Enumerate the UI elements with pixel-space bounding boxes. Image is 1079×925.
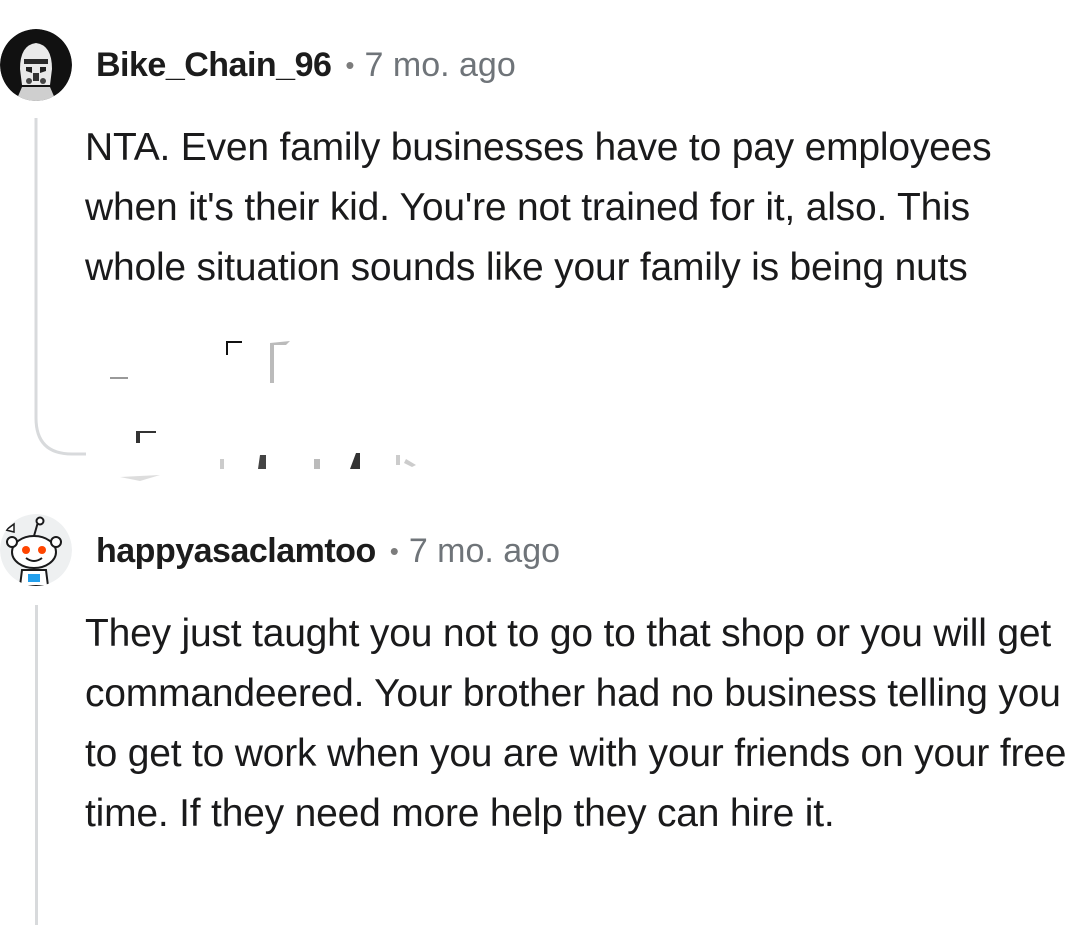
comment-age: 7 mo. ago: [364, 46, 516, 84]
username-link[interactable]: Bike_Chain_96: [96, 45, 332, 85]
meta-separator: •: [389, 536, 399, 566]
stormtrooper-avatar-icon: [0, 29, 72, 101]
comment-meta: happyasaclamtoo • 7 mo. ago: [96, 531, 560, 571]
snoo-avatar-icon: [0, 514, 72, 586]
comment-age: 7 mo. ago: [408, 532, 561, 570]
comment-body: They just taught you not to go to that s…: [85, 612, 1067, 835]
image-artifact: [110, 341, 416, 481]
meta-separator: •: [345, 50, 355, 80]
comment-meta: Bike_Chain_96 • 7 mo. ago: [96, 45, 516, 85]
comment: happyasaclamtoo • 7 mo. ago They just ta…: [0, 480, 1079, 925]
user-avatar[interactable]: [0, 29, 72, 101]
username-link[interactable]: happyasaclamtoo: [96, 531, 376, 571]
thread-line[interactable]: [35, 605, 38, 925]
user-avatar[interactable]: [0, 514, 72, 586]
comment: Bike_Chain_96 • 7 mo. ago NTA. Even fami…: [0, 0, 1079, 481]
comment-body: NTA. Even family businesses have to pay …: [85, 126, 992, 289]
thread-line[interactable]: [30, 118, 90, 460]
